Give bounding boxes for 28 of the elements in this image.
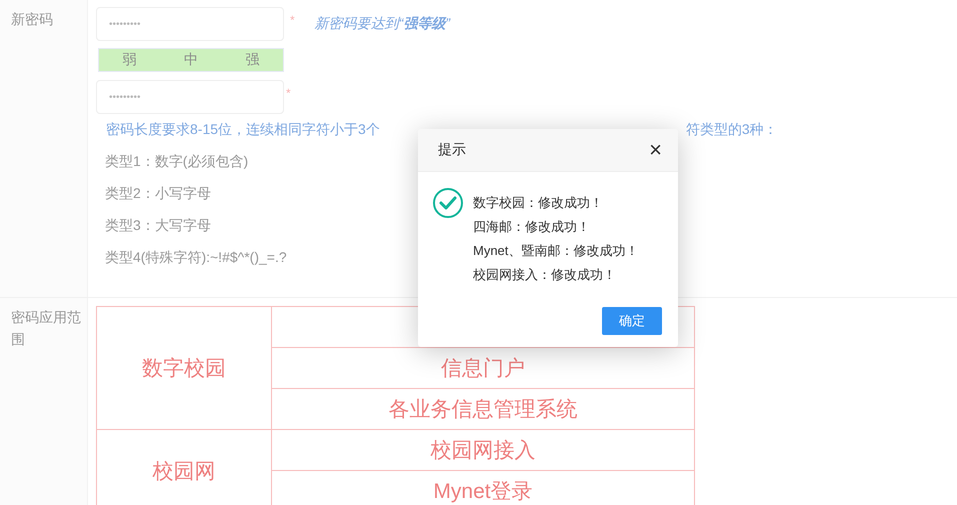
confirm-button[interactable]: 确定	[602, 307, 662, 335]
char-type-text: 类型3：大写字母	[105, 217, 211, 233]
goal-hint: 新密码要达到“强等级”	[314, 15, 450, 33]
success-message: 四海邮：修改成功！	[473, 219, 590, 234]
dialog-title: 提示	[438, 141, 466, 159]
char-type-text: 类型4(特殊字符):~!#$^*()_=.?	[105, 249, 287, 265]
success-check-icon	[432, 187, 464, 219]
char-type-text: 类型2：小写字母	[105, 185, 211, 201]
field-label: 密码应用范围	[11, 309, 81, 347]
required-mark: *	[290, 13, 295, 27]
table-cell: 各业务信息管理系统	[272, 388, 694, 430]
password-field[interactable]: •••••••••	[96, 7, 284, 41]
table-cell: 数字校园	[96, 306, 272, 430]
strength-label: 中	[184, 51, 198, 69]
required-mark: *	[286, 86, 291, 100]
char-type-text: 类型1：数字(必须包含)	[105, 153, 248, 169]
success-message: 校园网接入：修改成功！	[473, 267, 616, 282]
strength-label: 弱	[122, 51, 137, 69]
confirm-password-field[interactable]: •••••••••	[96, 80, 284, 114]
strength-label: 强	[245, 51, 260, 69]
rule-hint: 符类型的3种：	[686, 121, 778, 139]
success-message: Mynet、暨南邮：修改成功！	[473, 243, 638, 258]
success-message: 数字校园：修改成功！	[473, 195, 603, 210]
rule-hint: 密码长度要求8-15位，连续相同字符小于3个	[106, 121, 380, 139]
close-button[interactable]: ×	[649, 140, 662, 160]
field-label: 新密码	[11, 11, 53, 27]
table-cell: 校园网接入	[272, 430, 694, 470]
table-cell: 校园网	[96, 430, 272, 505]
